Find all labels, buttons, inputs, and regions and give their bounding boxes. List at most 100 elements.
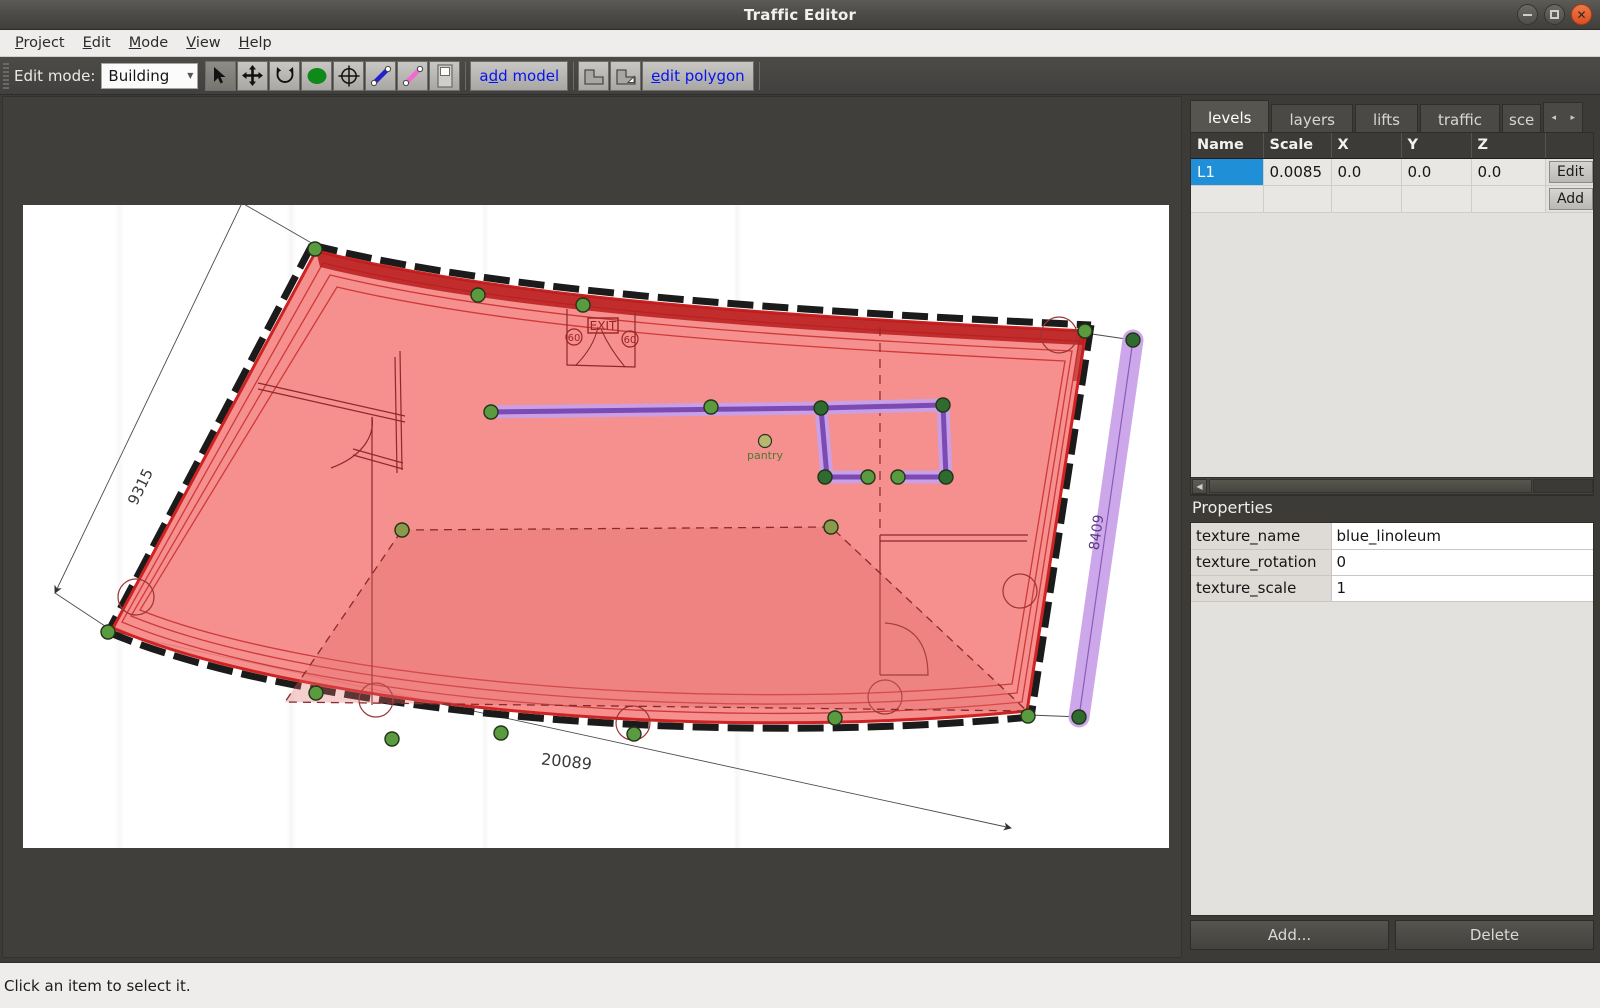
delete-button[interactable]: Delete (1395, 920, 1594, 950)
rotate-tool[interactable] (269, 60, 301, 91)
edit-polygon-label: edit polygon (651, 66, 745, 85)
table-row[interactable]: texture_name blue_linoleum (1191, 523, 1593, 550)
menu-help-mnemonic: H (238, 35, 250, 51)
add-model-button[interactable]: add model (470, 60, 569, 91)
table-row[interactable]: texture_scale 1 (1191, 575, 1593, 602)
column-header-z[interactable]: Z (1471, 133, 1546, 159)
tab-levels-label: levels (1208, 108, 1252, 127)
tab-lifts-label: lifts (1372, 110, 1400, 129)
column-header-y[interactable]: Y (1401, 133, 1472, 159)
floorplan-scan-image: EXIT 60 60 8409 9315 20089 pantry (23, 205, 1169, 848)
add-wall-tool[interactable] (397, 60, 429, 91)
move-tool[interactable] (237, 60, 269, 91)
levels-table-header-row: Name Scale X Y Z (1191, 133, 1593, 159)
menu-help[interactable]: Help (230, 32, 281, 54)
tab-lifts[interactable]: lifts (1354, 104, 1418, 134)
add-button[interactable]: Add... (1190, 920, 1389, 950)
add-door-tool[interactable] (429, 60, 461, 91)
maximize-button[interactable] (1544, 4, 1565, 25)
status-message: Click an item to select it. (4, 976, 191, 995)
edit-polygon-button[interactable]: edit polygon (642, 60, 754, 91)
tab-layers-label: layers (1289, 110, 1335, 129)
tab-levels[interactable]: levels (1190, 100, 1270, 134)
right-dock-panel: levels layers lifts traffic sce ◂ ▸ Name… (1186, 96, 1598, 958)
pantry-label-text: pantry (747, 449, 784, 462)
add-model-label: add model (479, 66, 560, 85)
tab-scenario[interactable]: sce (1502, 104, 1542, 134)
table-row[interactable]: texture_rotation 0 (1191, 549, 1593, 576)
property-key-texture-name: texture_name (1191, 523, 1332, 550)
tab-layers[interactable]: layers (1271, 104, 1353, 134)
cell-empty-scale[interactable] (1263, 185, 1332, 213)
menu-edit-label: dit (91, 35, 111, 51)
menu-view-label: iew (195, 35, 221, 51)
select-arrow-tool[interactable] (205, 60, 237, 91)
edit-mode-label: Edit mode: (14, 66, 96, 85)
tab-scroll-right-button[interactable]: ▸ (1563, 103, 1582, 133)
levels-table-container[interactable]: Name Scale X Y Z L1 0.0085 0.0 0.0 0.0 E… (1190, 132, 1594, 496)
edit-level-button[interactable]: Edit (1548, 160, 1593, 183)
column-header-scale[interactable]: Scale (1263, 133, 1332, 159)
tab-scroll-controls: ◂ ▸ (1543, 102, 1584, 134)
toolbar-separator-2 (573, 61, 575, 90)
property-value-texture-rotation[interactable]: 0 (1331, 549, 1593, 576)
cell-empty-y[interactable] (1401, 185, 1472, 213)
table-row[interactable]: L1 0.0085 0.0 0.0 0.0 Edit (1191, 158, 1593, 186)
properties-table-container[interactable]: texture_name blue_linoleum texture_rotat… (1190, 522, 1594, 916)
menu-mode[interactable]: Mode (120, 32, 178, 54)
column-header-x[interactable]: X (1331, 133, 1402, 159)
add-level-button[interactable]: Add (1548, 187, 1593, 210)
add-lane-tool[interactable] (365, 60, 397, 91)
map-canvas[interactable]: EXIT 60 60 8409 9315 20089 pantry (2, 96, 1182, 958)
cell-empty-name[interactable] (1191, 185, 1264, 213)
cell-level-x[interactable]: 0.0 (1331, 158, 1402, 186)
property-value-texture-name[interactable]: blue_linoleum (1331, 523, 1593, 550)
scrollbar-thumb[interactable] (1209, 479, 1532, 493)
add-floor-tool[interactable] (578, 60, 610, 91)
traffic-editor-window: Traffic Editor ✕ Project Edit Mode View … (0, 0, 1600, 1008)
door-icon (437, 63, 453, 88)
cell-level-scale[interactable]: 0.0085 (1263, 158, 1332, 186)
toolbar-drag-handle[interactable] (3, 62, 9, 89)
cell-level-y[interactable]: 0.0 (1401, 158, 1472, 186)
menu-edit-mnemonic: E (82, 35, 92, 51)
minimize-icon (1523, 13, 1532, 16)
menu-project[interactable]: Project (6, 32, 74, 54)
green-circle-icon (307, 67, 327, 84)
dimension-left-text: 9315 (124, 466, 157, 508)
menu-help-label: elp (249, 35, 272, 51)
edit-polygon-icon-button[interactable] (610, 60, 642, 91)
edit-mode-select[interactable]: Building ▼ (101, 62, 199, 89)
add-vertex-tool[interactable] (301, 60, 333, 91)
property-value-texture-scale[interactable]: 1 (1331, 575, 1593, 602)
toolbar-separator-1 (465, 61, 467, 90)
menu-view[interactable]: View (177, 32, 229, 54)
exit-sign-text: EXIT (590, 319, 617, 333)
cell-level-z[interactable]: 0.0 (1471, 158, 1546, 186)
levels-horizontal-scrollbar[interactable]: ◀ (1190, 477, 1594, 495)
polygon-floor-icon (584, 68, 604, 85)
column-header-name[interactable]: Name (1191, 133, 1264, 159)
title-bar: Traffic Editor ✕ (0, 0, 1600, 30)
tab-traffic[interactable]: traffic (1420, 104, 1500, 134)
minimize-button[interactable] (1517, 4, 1538, 25)
tab-scroll-left-button[interactable]: ◂ (1544, 103, 1563, 133)
scroll-left-icon[interactable]: ◀ (1192, 478, 1207, 494)
cell-empty-x[interactable] (1331, 185, 1402, 213)
menu-edit[interactable]: Edit (74, 32, 120, 54)
cell-empty-z[interactable] (1471, 185, 1546, 213)
edit-mode-value: Building (108, 66, 170, 85)
cell-level-name[interactable]: L1 (1191, 158, 1264, 186)
close-icon: ✕ (1576, 7, 1587, 22)
cell-level-action: Edit (1545, 158, 1593, 186)
cell-add-action: Add (1545, 185, 1593, 213)
polygon-edit-icon (616, 68, 636, 85)
svg-text:60: 60 (624, 335, 637, 346)
status-bar: Click an item to select it. (0, 962, 1600, 1008)
tab-scenario-label: sce (1509, 110, 1535, 129)
dimension-bottom-text: 20089 (540, 749, 593, 773)
table-row[interactable]: Add (1191, 185, 1593, 213)
add-fiducial-tool[interactable] (333, 60, 365, 91)
scrollbar-track-end[interactable] (1533, 479, 1593, 493)
close-button[interactable]: ✕ (1571, 4, 1592, 25)
